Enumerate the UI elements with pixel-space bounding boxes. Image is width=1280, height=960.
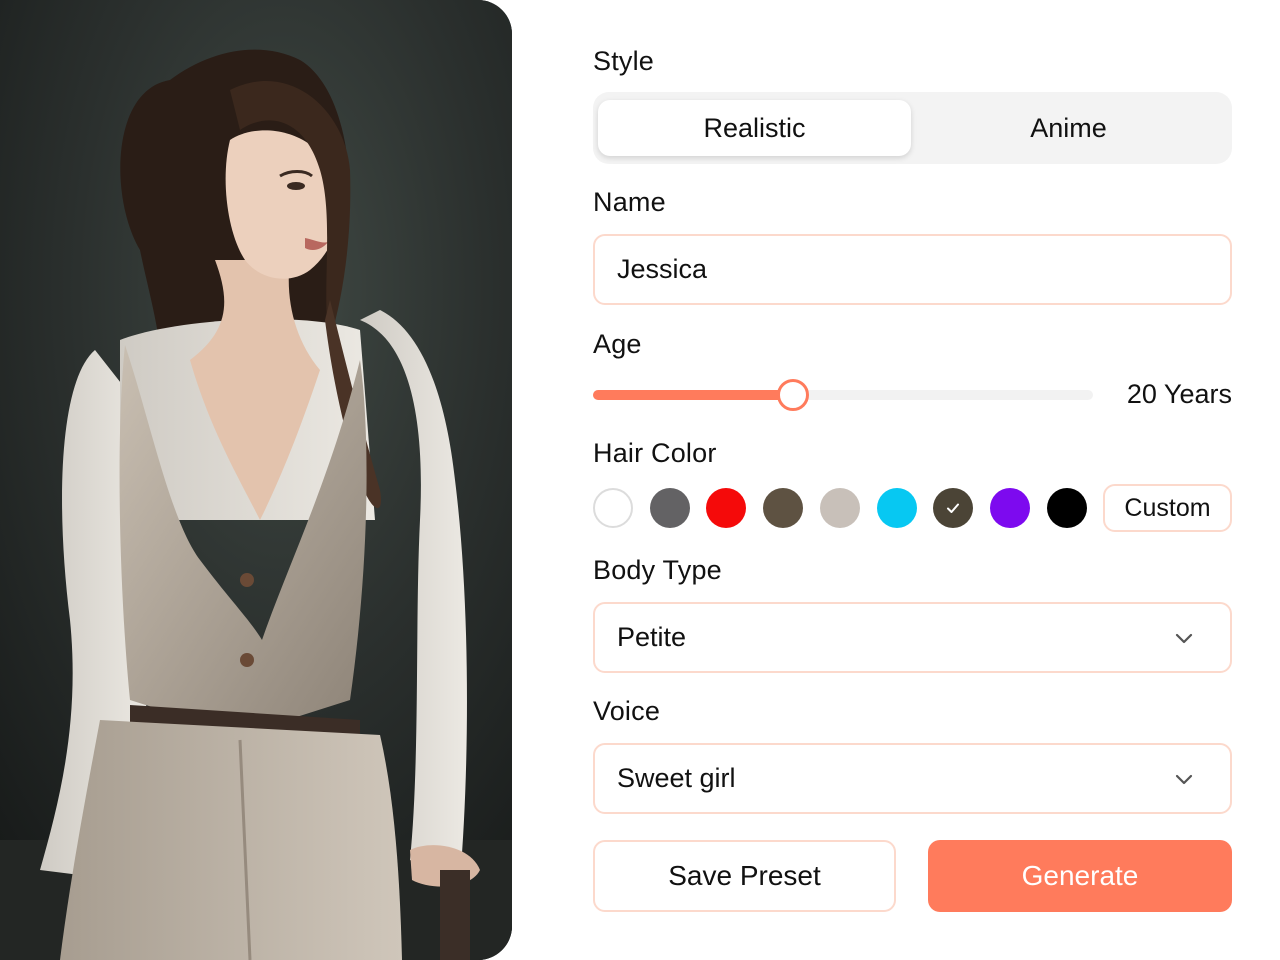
age-label: Age: [593, 329, 642, 359]
style-option-anime[interactable]: Anime: [912, 100, 1225, 156]
portrait-illustration: [0, 0, 512, 960]
hair-color-swatch[interactable]: [593, 488, 633, 528]
check-icon: [947, 503, 960, 513]
style-option-realistic[interactable]: Realistic: [598, 100, 911, 156]
character-form: Style Realistic Anime Name Jessica Age 2…: [593, 0, 1232, 960]
save-preset-button[interactable]: Save Preset: [593, 840, 896, 912]
style-label: Style: [593, 46, 655, 76]
hair-color-swatch[interactable]: [989, 488, 1030, 528]
hair-color-swatch[interactable]: [763, 488, 804, 528]
age-slider[interactable]: [593, 379, 1093, 411]
hair-color-swatch[interactable]: [1046, 488, 1087, 528]
body-type-value: Petite: [617, 622, 687, 652]
voice-select[interactable]: Sweet girl: [593, 743, 1232, 814]
body-type-label: Body Type: [593, 555, 722, 585]
hair-color-swatch[interactable]: [819, 488, 860, 528]
hair-color-swatch[interactable]: [706, 488, 747, 528]
hair-color-swatches: Custom: [593, 484, 1232, 532]
voice-label: Voice: [593, 696, 661, 726]
body-type-select[interactable]: Petite: [593, 602, 1232, 673]
character-portrait: [0, 0, 512, 960]
voice-value: Sweet girl: [617, 763, 736, 793]
hair-color-label: Hair Color: [593, 438, 717, 468]
custom-color-button[interactable]: Custom: [1103, 484, 1232, 532]
name-input[interactable]: Jessica: [593, 234, 1232, 305]
chevron-down-icon: [1175, 774, 1193, 785]
name-label: Name: [593, 187, 666, 217]
age-slider-fill: [593, 390, 793, 400]
age-value: 20 Years: [1126, 379, 1232, 409]
hair-color-swatch[interactable]: [933, 488, 974, 528]
age-slider-thumb[interactable]: [777, 379, 809, 411]
style-toggle: Realistic Anime: [593, 92, 1232, 164]
generate-button[interactable]: Generate: [928, 840, 1232, 912]
chevron-down-icon: [1175, 633, 1193, 644]
hair-color-swatch[interactable]: [649, 488, 690, 528]
hair-color-swatch[interactable]: [876, 488, 917, 528]
name-input-value: Jessica: [617, 254, 708, 284]
